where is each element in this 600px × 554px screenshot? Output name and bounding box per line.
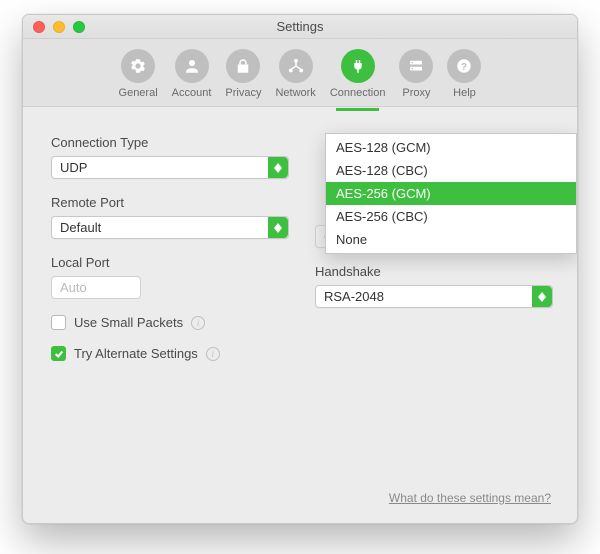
info-icon[interactable]: i <box>206 347 220 361</box>
tab-privacy[interactable]: Privacy <box>225 47 261 99</box>
gear-icon <box>121 49 155 83</box>
svg-text:?: ? <box>461 61 467 72</box>
tab-label: Network <box>275 87 315 99</box>
connection-type-select[interactable]: UDP <box>51 156 289 179</box>
dropdown-item[interactable]: AES-256 (GCM) <box>326 182 576 205</box>
traffic-lights <box>23 21 85 33</box>
try-alternate-label: Try Alternate Settings <box>74 346 198 361</box>
tab-connection[interactable]: Connection <box>330 47 386 99</box>
try-alternate-checkbox[interactable] <box>51 346 66 361</box>
tab-label: Help <box>453 87 476 99</box>
handshake-select[interactable]: RSA-2048 <box>315 285 553 308</box>
connection-type-value: UDP <box>60 160 87 175</box>
tab-general[interactable]: General <box>119 47 158 99</box>
use-small-packets-label: Use Small Packets <box>74 315 183 330</box>
local-port-label: Local Port <box>51 255 289 270</box>
plug-icon <box>341 49 375 83</box>
dropdown-item[interactable]: AES-128 (CBC) <box>326 159 576 182</box>
select-stepper-icon <box>268 157 288 178</box>
window-title: Settings <box>23 19 577 34</box>
titlebar: Settings <box>23 15 577 39</box>
settings-window: Settings General Account Privacy Networ <box>22 14 578 524</box>
left-column: Connection Type UDP Remote Port Default <box>51 135 289 361</box>
connection-type-label: Connection Type <box>51 135 289 150</box>
remote-port-value: Default <box>60 220 101 235</box>
help-icon: ? <box>447 49 481 83</box>
tab-label: Privacy <box>225 87 261 99</box>
local-port-placeholder: Auto <box>60 280 87 295</box>
info-icon[interactable]: i <box>191 316 205 330</box>
tab-account[interactable]: Account <box>172 47 212 99</box>
help-link[interactable]: What do these settings mean? <box>389 491 551 505</box>
try-alternate-row[interactable]: Try Alternate Settings i <box>51 346 289 361</box>
tab-proxy[interactable]: Proxy <box>399 47 433 99</box>
tab-label: Proxy <box>402 87 430 99</box>
encryption-dropdown-popup[interactable]: AES-128 (GCM) AES-128 (CBC) AES-256 (GCM… <box>325 133 577 254</box>
tab-network[interactable]: Network <box>275 47 315 99</box>
server-icon <box>399 49 433 83</box>
remote-port-label: Remote Port <box>51 195 289 210</box>
tab-label: Connection <box>330 87 386 99</box>
zoom-window-button[interactable] <box>73 21 85 33</box>
tab-help[interactable]: ? Help <box>447 47 481 99</box>
handshake-label: Handshake <box>315 264 553 279</box>
local-port-input[interactable]: Auto <box>51 276 141 299</box>
use-small-packets-row[interactable]: Use Small Packets i <box>51 315 289 330</box>
network-icon <box>279 49 313 83</box>
dropdown-item[interactable]: AES-128 (GCM) <box>326 136 576 159</box>
dropdown-item[interactable]: AES-256 (CBC) <box>326 205 576 228</box>
dropdown-item[interactable]: None <box>326 228 576 251</box>
tab-label: Account <box>172 87 212 99</box>
toolbar: General Account Privacy Network Connecti… <box>23 39 577 107</box>
user-icon <box>175 49 209 83</box>
handshake-value: RSA-2048 <box>324 289 384 304</box>
tab-label: General <box>119 87 158 99</box>
select-stepper-icon <box>532 286 552 307</box>
close-window-button[interactable] <box>33 21 45 33</box>
select-stepper-icon <box>268 217 288 238</box>
use-small-packets-checkbox[interactable] <box>51 315 66 330</box>
minimize-window-button[interactable] <box>53 21 65 33</box>
remote-port-select[interactable]: Default <box>51 216 289 239</box>
lock-icon <box>226 49 260 83</box>
